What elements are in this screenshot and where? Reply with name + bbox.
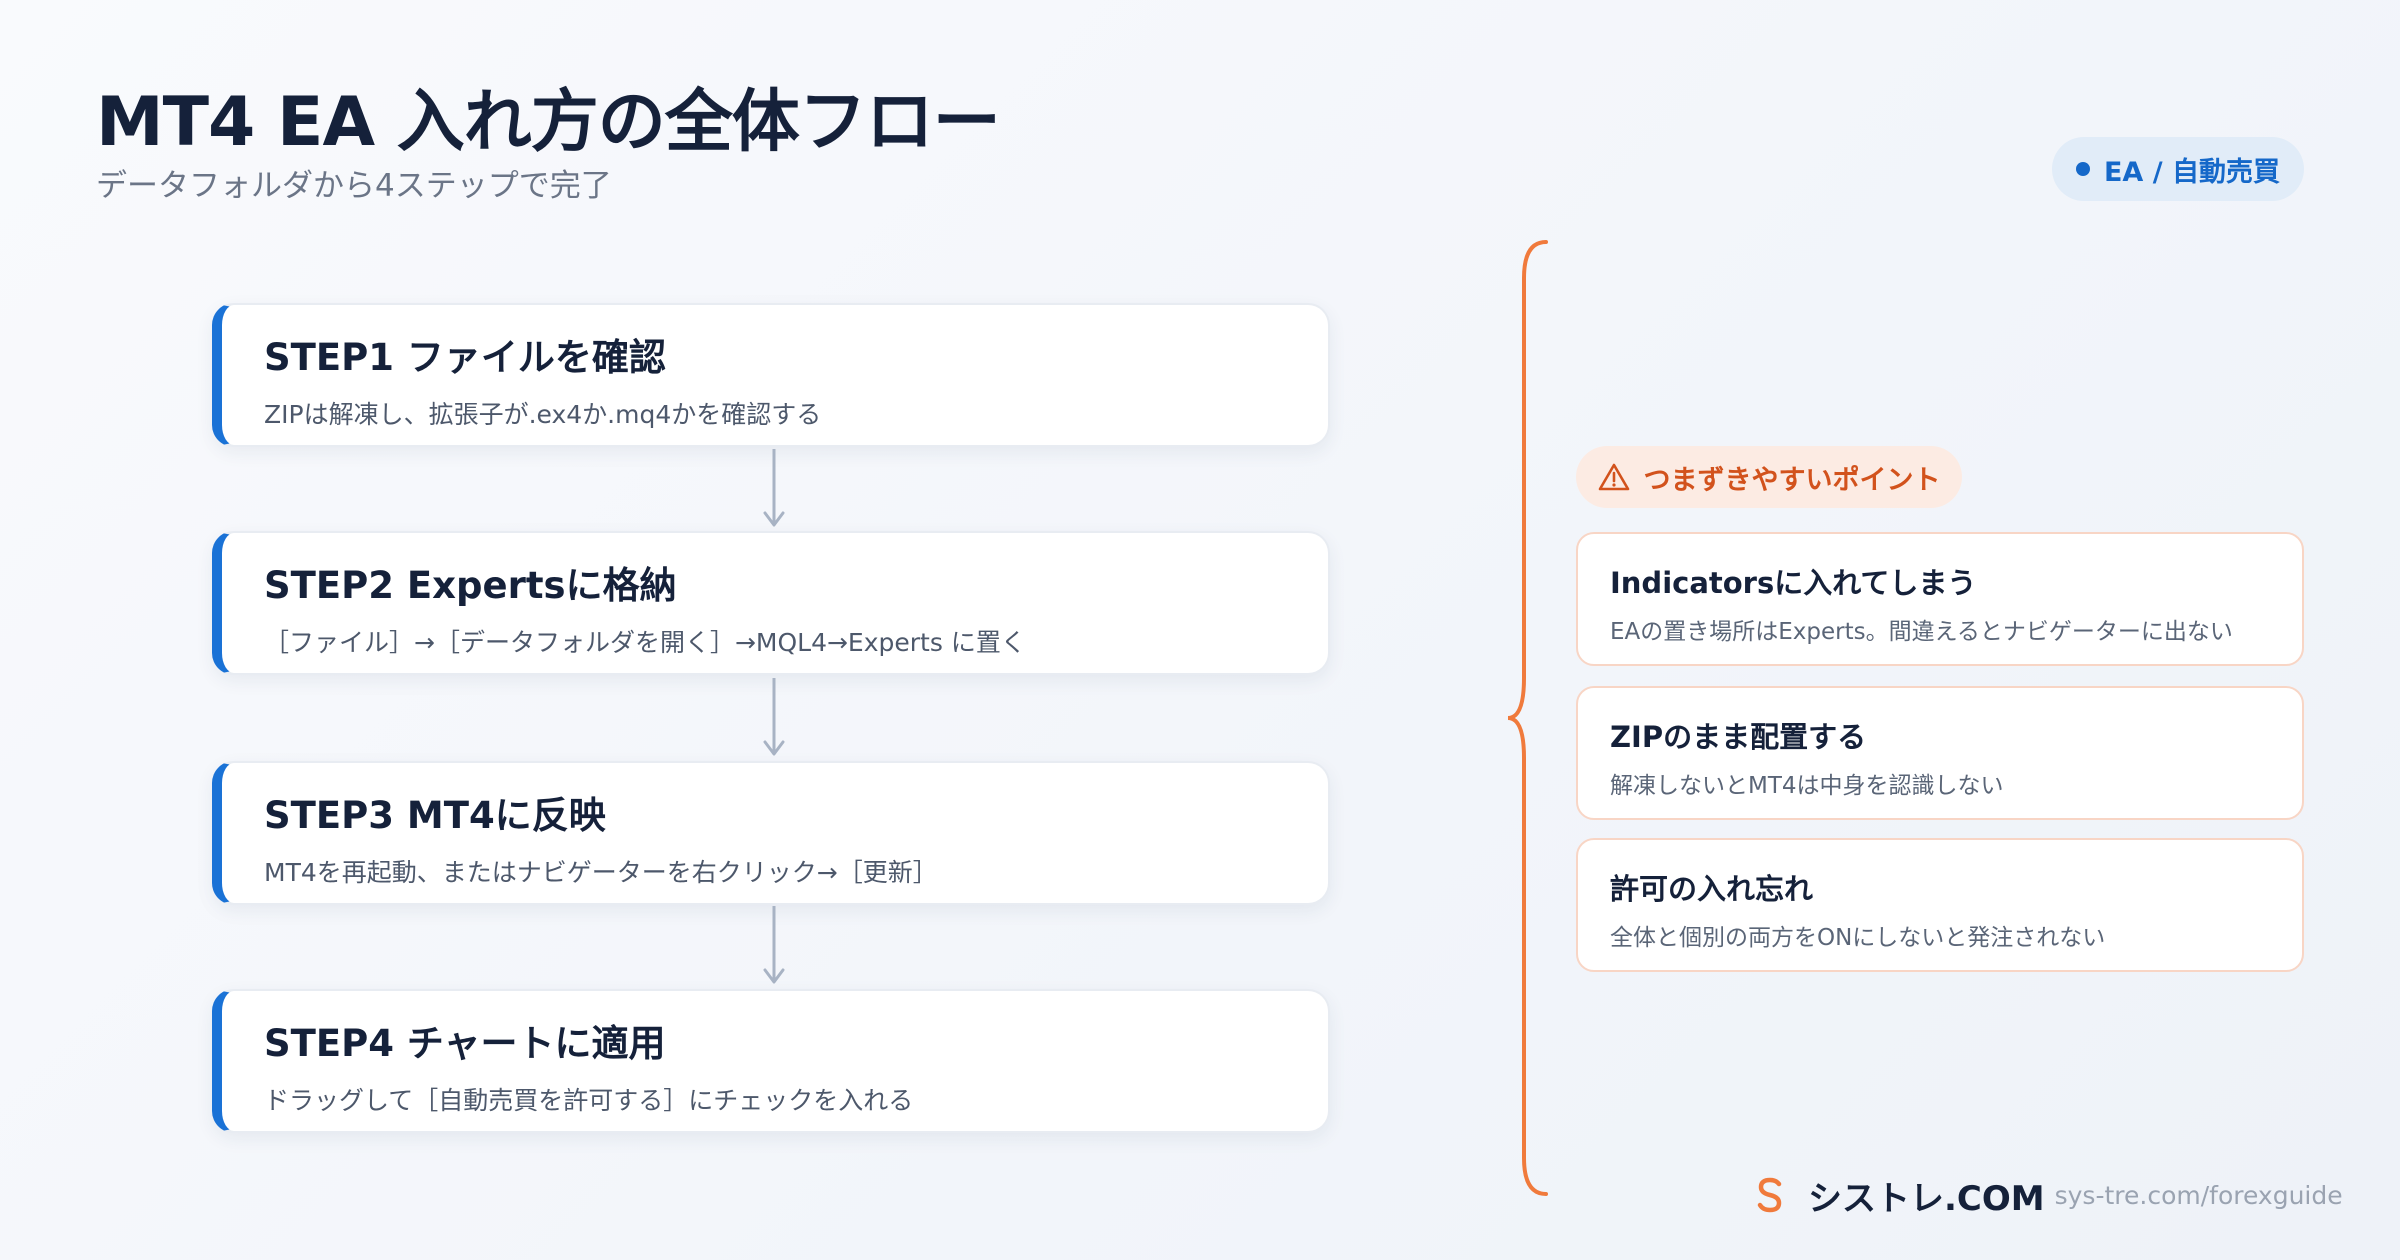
brand-url: sys-tre.com/forexguide (2054, 1180, 2343, 1210)
pitfalls-heading-label: つまずきやすいポイント (1643, 464, 1941, 496)
page-subtitle: データフォルダから4ステップで完了 (96, 168, 612, 204)
step-title: STEP4 チャートに適用 (264, 1022, 666, 1065)
step-card-4: STEP4 チャートに適用 ドラッグして［自動売買を許可する］にチェックを入れる (212, 989, 1330, 1133)
step-title: STEP2 Expertsに格納 (264, 564, 677, 607)
page-title: MT4 EA 入れ方の全体フロー (96, 83, 1001, 162)
pitfall-description: EAの置き場所はExperts。間違えるとナビゲーターに出ない (1610, 619, 2233, 645)
pitfall-card-1: Indicatorsに入れてしまう EAの置き場所はExperts。間違えるとナ… (1576, 532, 2304, 666)
pitfalls-heading: つまずきやすいポイント (1576, 446, 1962, 508)
down-arrow-icon (763, 906, 785, 984)
step-card-2: STEP2 Expertsに格納 ［ファイル］→［データフォルダを開く］→MQL… (212, 531, 1330, 675)
category-badge: EA / 自動売買 (2052, 137, 2304, 201)
pitfall-title: ZIPのまま配置する (1610, 720, 1867, 754)
step-card-1: STEP1 ファイルを確認 ZIPは解凍し、拡張子が.ex4か.mq4かを確認す… (212, 303, 1330, 447)
curly-brace-connector (1507, 240, 1548, 1196)
step-description: ドラッグして［自動売買を許可する］にチェックを入れる (264, 1086, 914, 1115)
step-description: ［ファイル］→［データフォルダを開く］→MQL4→Experts に置く (264, 628, 1026, 657)
footer: シストレ.COM sys-tre.com/forexguide (1756, 1170, 2343, 1220)
warning-icon (1598, 463, 1629, 491)
pitfall-title: 許可の入れ忘れ (1610, 872, 1814, 906)
badge-label: EA / 自動売買 (2103, 156, 2280, 188)
step-title: STEP1 ファイルを確認 (264, 336, 666, 379)
badge-dot-icon (2075, 162, 2090, 176)
step-title: STEP3 MT4に反映 (264, 794, 606, 837)
pitfall-card-3: 許可の入れ忘れ 全体と個別の両方をONにしないと発注されない (1576, 838, 2304, 972)
step-description: MT4を再起動、またはナビゲーターを右クリック→［更新］ (264, 858, 938, 887)
down-arrow-icon (763, 449, 785, 527)
brand-name: シストレ.COM (1808, 1178, 2045, 1219)
brand-logo-icon (1757, 1177, 1782, 1213)
pitfall-description: 解凍しないとMT4は中身を認識しない (1610, 773, 2004, 799)
pitfall-description: 全体と個別の両方をONにしないと発注されない (1610, 925, 2106, 951)
pitfall-card-2: ZIPのまま配置する 解凍しないとMT4は中身を認識しない (1576, 686, 2304, 820)
down-arrow-icon (763, 678, 785, 756)
pitfall-title: Indicatorsに入れてしまう (1610, 566, 1977, 600)
step-description: ZIPは解凍し、拡張子が.ex4か.mq4かを確認する (264, 400, 822, 429)
step-card-3: STEP3 MT4に反映 MT4を再起動、またはナビゲーターを右クリック→［更新… (212, 761, 1330, 905)
